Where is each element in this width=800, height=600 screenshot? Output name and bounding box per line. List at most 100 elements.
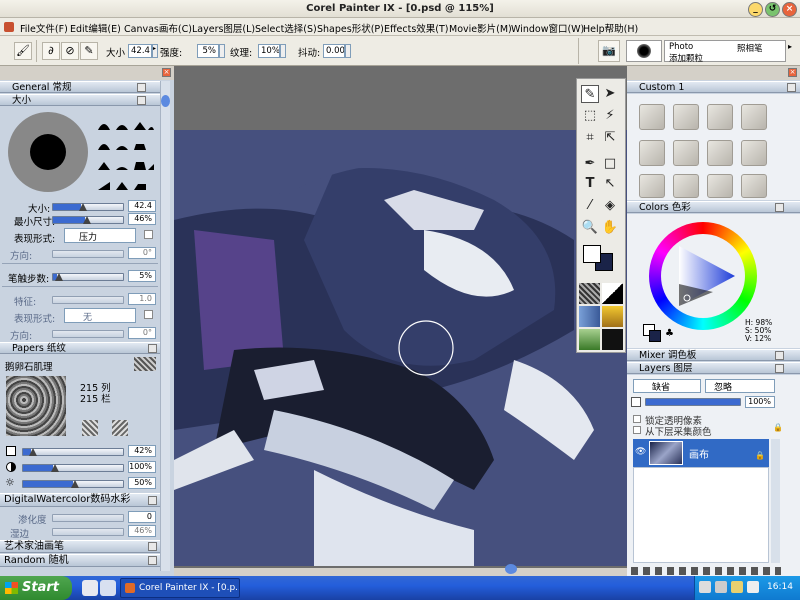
- step-value[interactable]: 5%: [128, 270, 156, 282]
- brush-icon[interactable]: 🖌: [14, 42, 32, 60]
- paper-brightness-value[interactable]: 50%: [128, 477, 156, 489]
- menu-file[interactable]: File文件(F): [20, 21, 68, 35]
- magic-wand-icon[interactable]: ⚡: [601, 107, 619, 125]
- random-close-icon[interactable]: [148, 556, 157, 565]
- grain-field[interactable]: 10%: [258, 44, 280, 58]
- brush-category-icon[interactable]: 📷: [598, 40, 620, 62]
- close-button[interactable]: ×: [782, 2, 797, 17]
- paper-invert-icon[interactable]: [82, 420, 98, 436]
- preserve-transparency-checkbox[interactable]: [633, 415, 641, 423]
- tray-app-icon[interactable]: [747, 581, 759, 593]
- blender-brush-icon[interactable]: [673, 174, 699, 198]
- quicklaunch-icon[interactable]: [82, 580, 98, 596]
- eye-icon[interactable]: 👁: [635, 447, 646, 457]
- direction2-slider[interactable]: [52, 330, 124, 338]
- network-icon[interactable]: [699, 581, 711, 593]
- oils-close-icon[interactable]: [148, 542, 157, 551]
- airbrush-icon[interactable]: [707, 104, 733, 130]
- transform-icon[interactable]: ⇱: [601, 129, 619, 147]
- layers-close-icon[interactable]: [775, 364, 784, 373]
- quicklaunch-icon[interactable]: [100, 580, 116, 596]
- rect-select-icon[interactable]: ⬚: [581, 107, 599, 125]
- scroll-thumb[interactable]: [161, 95, 170, 107]
- opacity-arrow-icon[interactable]: [219, 44, 225, 58]
- opacity-field[interactable]: 5%: [197, 44, 219, 58]
- brush-tool-icon[interactable]: ✎: [581, 85, 599, 103]
- taskbar-task-painter[interactable]: Corel Painter IX - [0.p...: [120, 578, 240, 598]
- canvas-scroll-thumb[interactable]: [505, 564, 517, 574]
- wet-edge-slider[interactable]: [52, 528, 124, 536]
- custom-section-header[interactable]: Custom 1: [627, 81, 800, 93]
- menu-canvas[interactable]: Canvas画布(C): [124, 21, 192, 35]
- restore-button[interactable]: ↺: [765, 2, 780, 17]
- random-section-header[interactable]: Random 随机: [0, 554, 160, 567]
- grabber-icon[interactable]: ✋: [601, 219, 619, 237]
- layer-command-icons[interactable]: [631, 567, 781, 575]
- wet-edge-value[interactable]: 46%: [128, 525, 156, 537]
- image-hose-icon[interactable]: [579, 329, 600, 350]
- paper-capture-icon[interactable]: [112, 420, 128, 436]
- jitter-field[interactable]: 0.00: [323, 44, 345, 58]
- direction-value[interactable]: 0°: [128, 247, 156, 259]
- min-size-slider[interactable]: [52, 216, 124, 224]
- gradient-selector-icon[interactable]: [602, 283, 623, 304]
- mixer-close-icon[interactable]: [775, 351, 784, 360]
- layer-adjuster-icon[interactable]: ➤: [601, 85, 619, 103]
- watercolor-section-header[interactable]: DigitalWatercolor数码水彩: [0, 493, 160, 507]
- direction2-value[interactable]: 0°: [128, 327, 156, 339]
- size-close-icon[interactable]: [137, 96, 146, 105]
- pen-icon[interactable]: ✒: [581, 155, 599, 173]
- paper-contrast-slider[interactable]: [22, 464, 124, 472]
- volume-icon[interactable]: [715, 581, 727, 593]
- crop-icon[interactable]: ⌗: [581, 129, 599, 147]
- acrylic-brush-icon[interactable]: [707, 140, 733, 166]
- shape-select-icon[interactable]: ↖: [601, 175, 619, 193]
- brush-selector-arrow-icon[interactable]: ▸: [788, 42, 792, 51]
- papers-close-icon[interactable]: [148, 344, 157, 353]
- invert-checkbox[interactable]: [144, 230, 153, 239]
- round-brush-icon[interactable]: [741, 174, 767, 198]
- menu-movie[interactable]: Movie影片(M): [449, 21, 512, 35]
- close-palettes-icon[interactable]: ×: [788, 68, 797, 77]
- weave-selector-icon[interactable]: [602, 306, 623, 327]
- primary-color-swatch[interactable]: [583, 245, 601, 263]
- jitter-arrow-icon[interactable]: [345, 44, 351, 58]
- palette-knife-icon[interactable]: [639, 174, 665, 198]
- start-button[interactable]: Start: [0, 576, 72, 600]
- pencil-brush-icon[interactable]: [639, 104, 665, 130]
- layer-row-canvas[interactable]: 👁 画布 🔒: [633, 439, 769, 467]
- photo-brush-icon[interactable]: [639, 140, 665, 166]
- layer-opacity-slider[interactable]: [645, 398, 741, 406]
- grain-arrow-icon[interactable]: [280, 44, 286, 58]
- composite-method-dropdown[interactable]: 缺省: [633, 379, 701, 393]
- size-arrow-icon[interactable]: ▸: [152, 44, 158, 58]
- diffusion-value[interactable]: 0: [128, 511, 156, 523]
- expression2-dropdown[interactable]: 无: [64, 308, 136, 323]
- pick-up-color-checkbox[interactable]: [633, 426, 641, 434]
- size-value[interactable]: 42.4: [128, 200, 156, 212]
- colors-close-icon[interactable]: [775, 203, 784, 212]
- menu-layers[interactable]: Layers图层(L): [192, 21, 255, 35]
- size-section-header[interactable]: 大小: [0, 94, 160, 106]
- min-size-value[interactable]: 46%: [128, 213, 156, 225]
- flat-brush-icon[interactable]: [707, 174, 733, 198]
- panel-scrollbar[interactable]: [160, 81, 170, 571]
- expression-dropdown[interactable]: 压力: [64, 228, 136, 243]
- invert2-checkbox[interactable]: [144, 310, 153, 319]
- freehand-stroke-icon[interactable]: ∂: [42, 42, 60, 60]
- straight-line-icon[interactable]: ⊘: [61, 42, 79, 60]
- minimize-button[interactable]: _: [748, 2, 763, 17]
- paint-bucket-icon[interactable]: ◈: [601, 197, 619, 215]
- shape-icon[interactable]: □: [601, 155, 619, 173]
- composite-depth-dropdown[interactable]: 忽略: [705, 379, 775, 393]
- custom-close-icon[interactable]: [787, 83, 796, 92]
- menu-select[interactable]: Select选择(S): [255, 21, 317, 35]
- paper-contrast-value[interactable]: 100%: [128, 461, 156, 473]
- palette-secondary-swatch[interactable]: [649, 330, 661, 342]
- watercolor-brush-icon[interactable]: [673, 104, 699, 130]
- papers-section-header[interactable]: Papers 纸纹: [0, 342, 160, 354]
- pattern-selector-icon[interactable]: [579, 306, 600, 327]
- paper-scale-slider[interactable]: [22, 448, 124, 456]
- close-panel-icon[interactable]: ×: [162, 68, 171, 77]
- canvas-artwork[interactable]: [174, 130, 627, 566]
